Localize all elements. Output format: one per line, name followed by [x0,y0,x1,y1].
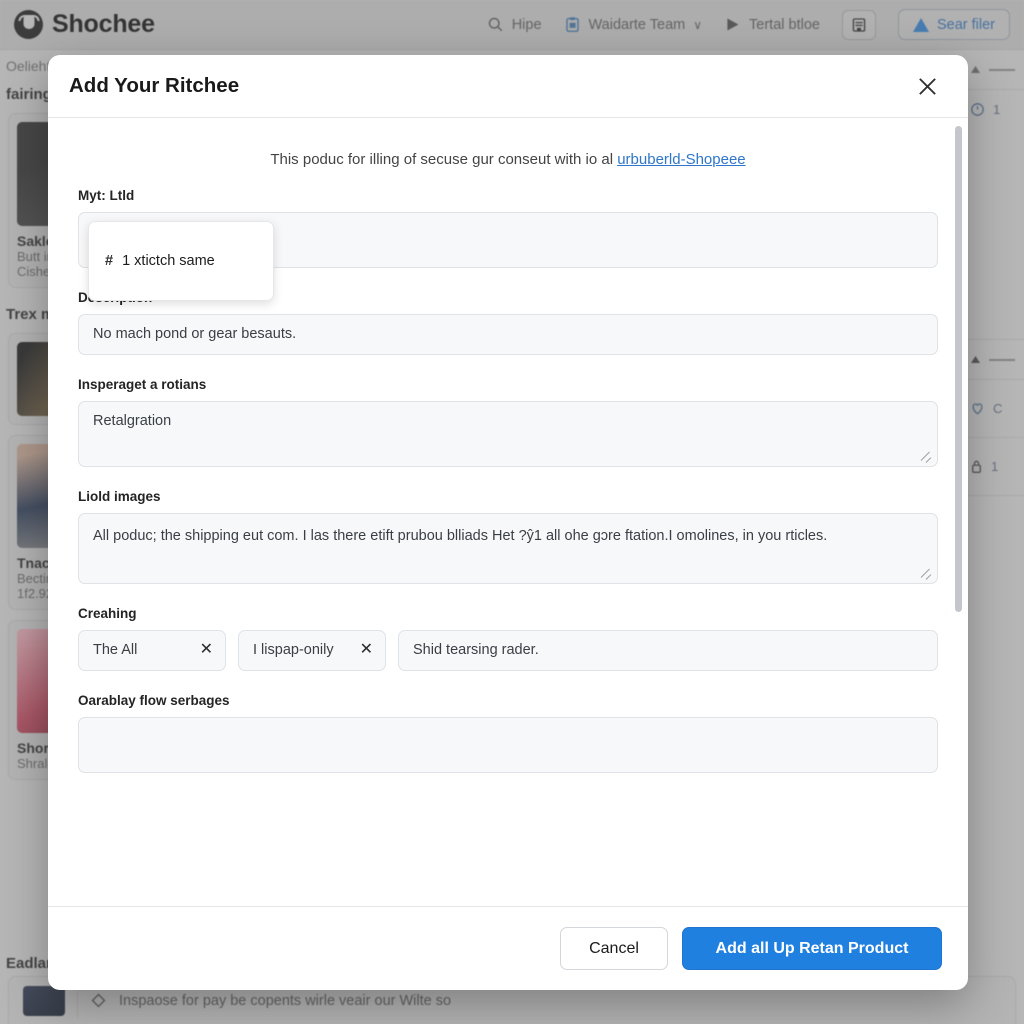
tag-chip[interactable]: I lispap-onily ✕ [238,629,386,671]
modal-intro-link[interactable]: urbuberld-Shopeee [617,151,745,168]
cancel-button[interactable]: Cancel [560,927,668,970]
field-liold-images-value: All poduc; the shipping eut com. I las t… [93,527,828,544]
field-description-input[interactable]: No mach pond or gear besauts. [78,313,938,355]
close-button[interactable] [912,71,942,101]
field-oarablay-flow-serbages-label: Oarablay flow serbages [78,692,230,708]
field-liold-images: Liold images All poduc; the shipping eut… [78,489,938,584]
field-insperaget-rotians-label: Insperaget a rotians [78,376,207,392]
typeahead-suggestion-item[interactable]: # 1 xtictch same [88,220,274,301]
modal-header: Add Your Ritchee [48,55,968,118]
add-product-modal: Add Your Ritchee This poduc for illing o… [48,55,968,990]
close-icon[interactable]: ✕ [182,642,213,658]
tag-input[interactable]: Shid tearsing rader. [398,629,938,671]
field-myt-ltld: Myt: Ltld # 1 xtictch same [78,187,938,301]
field-oarablay-flow-serbages: Oarablay flow serbages [78,693,938,773]
field-insperaget-rotians-value: Retalgration [93,412,172,429]
field-creahing: Creahing The All ✕ I lispap-onily ✕ Shid… [78,606,938,671]
field-creahing-label: Creahing [78,605,137,621]
modal-intro-sentence: This poduc for illing of secuse gur cons… [270,151,618,168]
tag-chip-label: The All [93,642,138,658]
app-root: Shochee Hipe Waidarte Team ∨ Tertal btlo… [0,0,1024,1024]
resize-handle-icon[interactable] [922,569,933,580]
field-liold-images-label: Liold images [78,488,161,504]
close-icon[interactable]: ✕ [342,642,373,658]
modal-scrollbar-track[interactable] [955,126,962,898]
modal-intro-text: This poduc for illing of secuse gur cons… [69,118,947,188]
tag-chip-label: I lispap-onily [253,642,334,658]
resize-handle-icon[interactable] [922,452,933,463]
field-myt-ltld-input[interactable]: # 1 xtictch same [78,211,938,301]
field-myt-ltld-label: Myt: Ltld [78,187,135,203]
close-icon [918,77,936,95]
modal-footer: Cancel Add all Up Retan Product [48,906,968,990]
typeahead-suggestion-label: 1 xtictch same [122,252,215,269]
field-liold-images-textarea[interactable]: All poduc; the shipping eut com. I las t… [78,512,938,584]
hash-icon: # [105,252,114,269]
field-insperaget-rotians: Insperaget a rotians Retalgration [78,377,938,467]
field-insperaget-rotians-textarea[interactable]: Retalgration [78,400,938,467]
field-oarablay-flow-serbages-input[interactable] [78,716,938,773]
tag-chips-row: The All ✕ I lispap-onily ✕ Shid tearsing… [78,629,938,671]
modal-title: Add Your Ritchee [69,74,240,97]
tag-chip[interactable]: The All ✕ [78,629,226,671]
submit-button[interactable]: Add all Up Retan Product [682,927,942,970]
modal-scrollbar-thumb[interactable] [955,126,962,613]
modal-body: This poduc for illing of secuse gur cons… [48,118,968,906]
